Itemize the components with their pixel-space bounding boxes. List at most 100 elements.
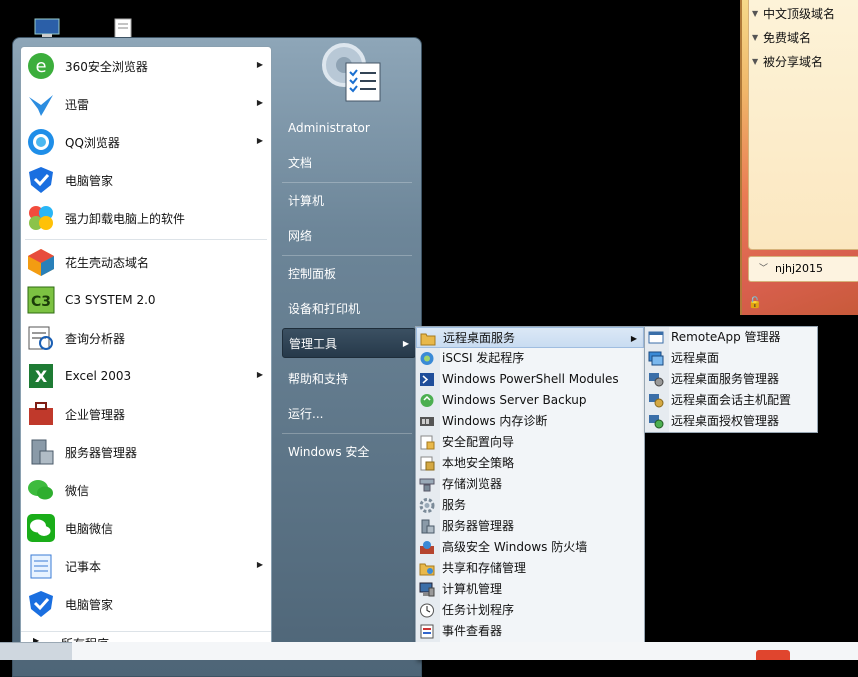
admin-item-firewall[interactable]: 高级安全 Windows 防火墙 xyxy=(416,537,644,558)
program-item-excel[interactable]: X Excel 2003 ▶ xyxy=(21,357,271,395)
admin-item-share-storage[interactable]: 共享和存储管理 xyxy=(416,558,644,579)
pc-manager-icon xyxy=(25,164,57,196)
right-item-network[interactable]: 网络 xyxy=(282,221,416,251)
program-item-server-manager[interactable]: 服务器管理器 xyxy=(21,433,271,471)
enterprise-manager-icon xyxy=(25,398,57,430)
right-pane-divider xyxy=(282,255,412,256)
taskbar-window-strip xyxy=(72,642,858,660)
start-menu-programs-pane: e 360安全浏览器 ▶ 迅雷 ▶ QQ浏览器 ▶ 电脑管家 强力卸载电脑上的软… xyxy=(20,46,272,651)
submenu-arrow-icon: ▶ xyxy=(402,339,409,348)
right-pane-divider xyxy=(282,433,412,434)
local-policy-icon xyxy=(419,456,435,471)
right-item-computer[interactable]: 计算机 xyxy=(282,186,416,216)
widget-item-shared-domain[interactable]: ▼ 被分享域名 xyxy=(749,50,858,74)
firewall-icon xyxy=(419,540,435,555)
widget-username-dropdown[interactable]: ﹀ njhj2015 xyxy=(748,256,858,282)
program-item-pc-wechat[interactable]: 电脑微信 xyxy=(21,509,271,547)
admin-item-memory-diagnostic[interactable]: Windows 内存诊断 xyxy=(416,411,644,432)
admin-item-server-backup[interactable]: Windows Server Backup xyxy=(416,390,644,411)
user-picture-icon[interactable] xyxy=(318,41,382,103)
program-item-pc-manager[interactable]: 电脑管家 xyxy=(21,161,271,199)
lock-icon[interactable]: 🔓 xyxy=(748,296,762,309)
admin-item-server-manager[interactable]: 服务器管理器 xyxy=(416,516,644,537)
program-item-xunlei[interactable]: 迅雷 ▶ xyxy=(21,85,271,123)
admin-item-services[interactable]: 服务 xyxy=(416,495,644,516)
notepad-icon xyxy=(25,550,57,582)
program-item-peanut-shell[interactable]: 花生壳动态域名 xyxy=(21,243,271,281)
admin-item-computer-management[interactable]: 计算机管理 xyxy=(416,579,644,600)
excel-icon: X xyxy=(25,360,57,392)
memory-diagnostic-icon xyxy=(419,414,435,429)
program-item-uninstaller[interactable]: 强力卸载电脑上的软件 xyxy=(21,199,271,237)
rds-item-rds-manager[interactable]: 远程桌面服务管理器 xyxy=(645,369,817,390)
program-item-query-analyzer[interactable]: 查询分析器 xyxy=(21,319,271,357)
query-analyzer-icon xyxy=(25,322,57,354)
rds-item-licensing-manager[interactable]: 远程桌面授权管理器 xyxy=(645,411,817,432)
desktop-document-icon[interactable] xyxy=(112,18,134,39)
chevron-down-icon: ﹀ xyxy=(759,264,769,274)
triangle-down-icon: ▼ xyxy=(752,9,759,18)
computer-management-icon xyxy=(419,582,435,597)
admin-item-powershell[interactable]: Windows PowerShell Modules xyxy=(416,369,644,390)
program-item-wechat[interactable]: 微信 xyxy=(21,471,271,509)
storage-explorer-icon xyxy=(419,477,435,492)
services-icon xyxy=(419,498,435,513)
rds-manager-icon xyxy=(648,372,664,387)
remote-desktop-icon xyxy=(648,351,664,366)
admin-tools-submenu: 远程桌面服务 ▶ iSCSI 发起程序 Windows PowerShell M… xyxy=(415,326,645,660)
rds-item-session-host-config[interactable]: 远程桌面会话主机配置 xyxy=(645,390,817,411)
event-viewer-icon xyxy=(419,624,435,639)
submenu-arrow-icon: ▶ xyxy=(256,136,263,145)
admin-item-rds-folder[interactable]: 远程桌面服务 ▶ xyxy=(416,327,644,348)
right-pane-divider xyxy=(282,182,412,183)
c3-system-icon: C3 xyxy=(25,284,57,316)
program-item-pc-manager-2[interactable]: 电脑管家 xyxy=(21,585,271,623)
start-menu-right-pane: Administrator 文档 计算机 网络 控制面板 设备和打印机 管理工具… xyxy=(278,38,423,658)
admin-item-iscsi[interactable]: iSCSI 发起程序 xyxy=(416,348,644,369)
domain-widget: ▼ 中文顶级域名 ▼ 免费域名 ▼ 被分享域名 ﹀ njhj2015 🔓 xyxy=(740,0,858,315)
rds-item-remote-desktop[interactable]: 远程桌面 xyxy=(645,348,817,369)
widget-domain-list: ▼ 中文顶级域名 ▼ 免费域名 ▼ 被分享域名 xyxy=(748,0,858,250)
iscsi-icon xyxy=(419,351,435,366)
admin-item-event-viewer[interactable]: 事件查看器 xyxy=(416,621,644,642)
program-item-enterprise-manager[interactable]: 企业管理器 xyxy=(21,395,271,433)
admin-item-storage-explorer[interactable]: 存储浏览器 xyxy=(416,474,644,495)
submenu-arrow-icon: ▶ xyxy=(256,370,263,379)
ie360-icon: e xyxy=(25,50,57,82)
right-item-administrator[interactable]: Administrator xyxy=(282,113,416,143)
folder-icon xyxy=(420,331,436,346)
right-item-run[interactable]: 运行... xyxy=(282,399,416,429)
right-item-help-support[interactable]: 帮助和支持 xyxy=(282,364,416,394)
remoteapp-icon xyxy=(648,330,664,345)
uninstall-icon xyxy=(25,202,57,234)
program-item-360-browser[interactable]: e 360安全浏览器 ▶ xyxy=(21,47,271,85)
admin-item-local-policy[interactable]: 本地安全策略 xyxy=(416,453,644,474)
right-item-windows-security[interactable]: Windows 安全 xyxy=(282,437,416,467)
program-item-c3-system[interactable]: C3 C3 SYSTEM 2.0 xyxy=(21,281,271,319)
admin-item-task-scheduler[interactable]: 任务计划程序 xyxy=(416,600,644,621)
right-item-devices-printers[interactable]: 设备和打印机 xyxy=(282,294,416,324)
svg-text:C3: C3 xyxy=(31,294,51,310)
qq-browser-icon xyxy=(25,126,57,158)
widget-item-free-domain[interactable]: ▼ 免费域名 xyxy=(749,26,858,50)
server-manager-icon xyxy=(25,436,57,468)
admin-item-security-wizard[interactable]: 安全配置向导 xyxy=(416,432,644,453)
right-item-admin-tools[interactable]: 管理工具 ▶ xyxy=(282,328,416,358)
triangle-down-icon: ▼ xyxy=(752,33,759,42)
program-item-notepad[interactable]: 记事本 ▶ xyxy=(21,547,271,585)
program-item-qq-browser[interactable]: QQ浏览器 ▶ xyxy=(21,123,271,161)
widget-item-cn-domain[interactable]: ▼ 中文顶级域名 xyxy=(749,2,858,26)
right-item-control-panel[interactable]: 控制面板 xyxy=(282,259,416,289)
peanut-shell-icon xyxy=(25,246,57,278)
pc-manager-icon xyxy=(25,588,57,620)
right-item-documents[interactable]: 文档 xyxy=(282,148,416,178)
submenu-arrow-icon: ▶ xyxy=(256,60,263,69)
taskbar-app-icon[interactable] xyxy=(756,650,790,660)
desktop-computer-icon[interactable] xyxy=(34,18,60,38)
pc-wechat-icon xyxy=(25,512,57,544)
share-storage-icon xyxy=(419,561,435,576)
triangle-down-icon: ▼ xyxy=(752,57,759,66)
start-menu: e 360安全浏览器 ▶ 迅雷 ▶ QQ浏览器 ▶ 电脑管家 强力卸载电脑上的软… xyxy=(12,37,422,677)
security-wizard-icon xyxy=(419,435,435,450)
rds-item-remoteapp[interactable]: RemoteApp 管理器 xyxy=(645,327,817,348)
